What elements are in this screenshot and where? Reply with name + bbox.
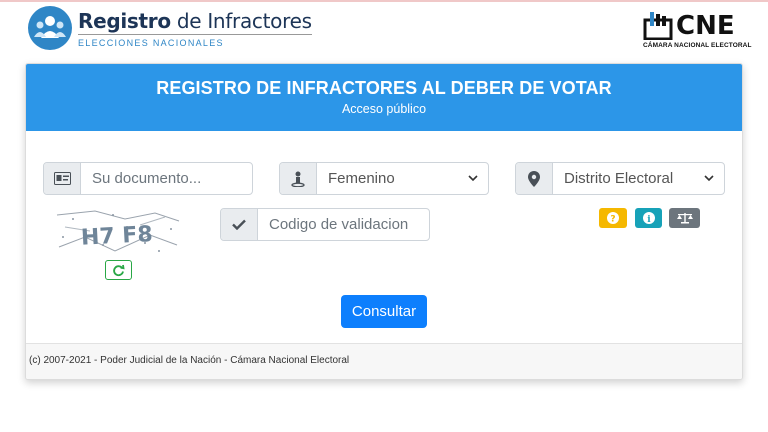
- ballot-box-icon: [643, 12, 673, 40]
- document-input[interactable]: Su documento...: [81, 163, 252, 194]
- registro-logo[interactable]: Registro de Infractores ELECCIONES NACIO…: [28, 6, 312, 50]
- map-marker-icon: [516, 163, 553, 194]
- chevron-down-icon: [704, 175, 714, 182]
- document-input-group: Su documento...: [43, 162, 253, 195]
- search-card: REGISTRO DE INFRACTORES AL DEBER DE VOTA…: [25, 63, 743, 380]
- chevron-down-icon: [468, 175, 478, 182]
- info-button[interactable]: i: [635, 208, 662, 228]
- info-icon: i: [642, 212, 655, 224]
- footer-text: (c) 2007-2021 - Poder Judicial de la Nac…: [29, 355, 350, 366]
- check-icon: [221, 209, 258, 240]
- legal-button[interactable]: [669, 208, 700, 228]
- card-header: REGISTRO DE INFRACTORES AL DEBER DE VOTA…: [26, 64, 742, 131]
- logo-subtitle: ELECCIONES NACIONALES: [78, 37, 224, 48]
- cne-logo[interactable]: CNE CÁMARA NACIONAL ELECTORAL: [643, 8, 752, 49]
- card-subtitle: Acceso público: [341, 102, 427, 116]
- gender-value: Femenino: [328, 170, 395, 187]
- gender-select-group: Femenino: [279, 162, 489, 195]
- footer: (c) 2007-2021 - Poder Judicial de la Nac…: [26, 343, 742, 379]
- scales-icon: [676, 213, 693, 224]
- district-select-group: Distrito Electoral: [515, 162, 725, 195]
- question-icon: ?: [607, 212, 619, 224]
- card-title: REGISTRO DE INFRACTORES AL DEBER DE VOTA…: [156, 78, 612, 98]
- people-icon: [28, 6, 72, 50]
- top-border: [0, 0, 768, 2]
- cne-text: CNE: [676, 11, 735, 41]
- validation-input-group: Codigo de validacion: [220, 208, 430, 241]
- captcha-text: H7 F8: [80, 222, 153, 251]
- captcha-image: H7 F8: [55, 207, 181, 259]
- district-select[interactable]: Distrito Electoral: [553, 163, 724, 194]
- gender-select[interactable]: Femenino: [317, 163, 488, 194]
- cne-subtitle: CÁMARA NACIONAL ELECTORAL: [643, 42, 752, 49]
- consultar-button[interactable]: Consultar: [341, 295, 427, 328]
- validation-code-input[interactable]: Codigo de validacion: [258, 209, 429, 240]
- svg-text:?: ?: [610, 215, 615, 225]
- svg-text:i: i: [647, 215, 651, 224]
- refresh-captcha-button[interactable]: [105, 260, 132, 280]
- id-card-icon: [44, 163, 81, 194]
- help-button[interactable]: ?: [599, 208, 627, 228]
- refresh-icon: [113, 264, 125, 276]
- district-value: Distrito Electoral: [564, 170, 674, 187]
- logo-title: Registro de Infractores: [78, 8, 312, 35]
- person-pin-icon: [280, 163, 317, 194]
